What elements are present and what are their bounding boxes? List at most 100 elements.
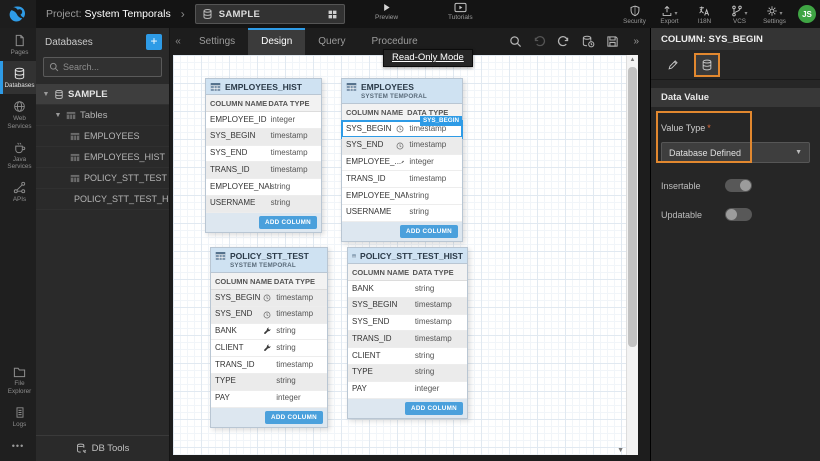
clock-icon [396,125,404,133]
table-row[interactable]: SYS_ENDtimestamp [348,315,467,332]
table-row[interactable]: BANK string [211,324,327,341]
table-row[interactable]: PAYinteger [211,391,327,408]
database-icon [202,8,213,20]
table-row[interactable]: EMPLOYEE_IDinteger [206,112,321,129]
table-row[interactable]: SYS_BEGINtimestamp [348,298,467,315]
table-row[interactable]: BANKstring [348,281,467,298]
sidebar-item-pages[interactable]: Pages [0,28,36,61]
table-row[interactable]: TYPEstring [211,374,327,391]
gear-icon [766,5,778,17]
tab-query[interactable]: Query [305,28,358,55]
security-button[interactable]: Security [618,3,651,25]
project-label: Project: [46,8,82,20]
table-row[interactable]: SYS_END timestamp [342,138,462,155]
search-icon[interactable] [509,35,522,48]
value-type-select[interactable]: Database Defined ▼ [661,142,810,163]
tab-settings[interactable]: Settings [186,28,248,55]
table-row[interactable]: SYS_END timestamp [211,307,327,324]
tree-node-table-policy-stt-test[interactable]: POLICY_STT_TEST [36,168,169,189]
sidebar-item-file-explorer[interactable]: File Explorer [0,360,36,399]
grid-icon [327,9,338,20]
table-row[interactable]: EMPLOYEE_... integer [342,155,462,172]
table-row[interactable]: EMPLOYEE_NAMEstring [206,179,321,196]
left-rail: Pages Databases Web Services Java Servic… [0,28,36,461]
search-input[interactable] [63,62,156,72]
tab-design[interactable]: Design [248,28,305,55]
system-temporal-tag: SYSTEM TEMPORAL [346,92,458,101]
tree-node-table-employees-hist[interactable]: EMPLOYEES_HIST [36,147,169,168]
table-row[interactable]: USERNAMEstring [342,205,462,222]
database-tools-icon [76,443,87,454]
tab-data-properties[interactable] [694,53,720,77]
add-column-button[interactable]: ADD COLUMN [259,216,317,229]
settings-button[interactable]: ▾ Settings [758,3,791,25]
table-row[interactable]: TRANS_IDtimestamp [211,357,327,374]
play-icon [381,2,392,13]
sidebar-item-logs[interactable]: Logs [0,400,36,433]
table-title: POLICY_STT_TEST [230,251,309,261]
preview-button[interactable]: Preview [375,2,398,21]
table-card-employees[interactable]: EMPLOYEES SYSTEM TEMPORAL COLUMN NAME DA… [341,78,463,242]
more-menu-button[interactable]: ••• [0,433,36,461]
scrollbar-thumb[interactable] [628,67,637,347]
section-title: Data Value [651,88,820,107]
tutorials-button[interactable]: Tutorials [448,2,473,21]
table-card-policy-stt-test[interactable]: POLICY_STT_TEST SYSTEM TEMPORAL COLUMN N… [210,247,328,428]
database-selector[interactable]: SAMPLE [195,4,345,24]
sidebar-item-java-services[interactable]: Java Services [0,135,36,175]
table-row[interactable]: PAYinteger [348,382,467,399]
add-column-button[interactable]: ADD COLUMN [405,402,463,415]
export-label: Export [660,18,678,25]
tab-edit-column[interactable] [660,53,686,77]
inspector-title: COLUMN: SYS_BEGIN [651,28,820,50]
app-logo-icon[interactable] [0,0,36,28]
sidebar-item-apis[interactable]: APIs [0,175,36,208]
table-row[interactable]: EMPLOYEE_NAMEstring [342,188,462,205]
scroll-up-icon[interactable]: ▲ [627,55,638,63]
export-button[interactable]: ▾ Export [653,3,686,25]
add-database-button[interactable]: + [146,34,162,50]
sidebar-item-web-services[interactable]: Web Services [0,94,36,134]
table-row[interactable]: CLIENTstring [348,348,467,365]
data-type-header: DATA TYPE [274,277,323,286]
table-row-selected[interactable]: SYS_BEGIN timestamp SYS_BEGIN [342,121,462,138]
insertable-toggle[interactable] [725,179,752,192]
tree-node-tables[interactable]: ▼ Tables [36,105,169,126]
table-row[interactable]: TRANS_IDtimestamp [342,171,462,188]
column-name-header: COLUMN NAME [215,277,274,286]
updatable-toggle[interactable] [725,208,752,221]
i18n-button[interactable]: I18N [688,3,721,25]
tree-node-sample-db[interactable]: ▼ SAMPLE [36,84,169,105]
user-avatar[interactable]: JS [798,5,816,23]
add-column-button[interactable]: ADD COLUMN [265,411,323,424]
sidebar-item-databases[interactable]: Databases [0,61,36,94]
save-icon[interactable] [606,35,619,48]
table-row[interactable]: USERNAMEstring [206,196,321,213]
tree-node-table-policy-stt-test-hist[interactable]: POLICY_STT_TEST_HIST [36,189,169,210]
clock-icon [263,311,271,319]
undo-icon[interactable] [533,35,546,48]
db-tools-button[interactable]: DB Tools [36,435,169,461]
tree-node-table-employees[interactable]: EMPLOYEES [36,126,169,147]
table-row[interactable]: SYS_BEGINtimestamp [206,129,321,146]
table-card-employees-hist[interactable]: EMPLOYEES_HIST COLUMN NAME DATA TYPE EMP… [205,78,322,233]
add-column-button[interactable]: ADD COLUMN [400,225,458,238]
table-card-policy-stt-test-hist[interactable]: POLICY_STT_TEST_HIST COLUMN NAME DATA TY… [347,247,468,419]
redo-icon[interactable] [557,35,570,48]
table-row[interactable]: SYS_BEGIN timestamp [211,290,327,307]
design-canvas[interactable]: EMPLOYEES_HIST COLUMN NAME DATA TYPE EMP… [173,55,638,455]
expand-panel-icon[interactable]: » [630,36,644,47]
inspector-tabs [651,50,820,80]
vertical-scrollbar[interactable]: ▲ [626,55,638,455]
table-row[interactable]: TRANS_IDtimestamp [206,162,321,179]
scroll-down-icon[interactable]: ▼ [617,447,624,454]
table-row[interactable]: TYPEstring [348,365,467,382]
vcs-button[interactable]: ▾ VCS [723,3,756,25]
collapse-panel-icon[interactable]: « [170,28,186,55]
system-temporal-tag: SYSTEM TEMPORAL [215,261,323,270]
table-row[interactable]: SYS_ENDtimestamp [206,146,321,163]
sync-database-icon[interactable] [581,35,595,48]
table-row[interactable]: CLIENT string [211,340,327,357]
table-title: EMPLOYEES_HIST [225,82,302,92]
table-row[interactable]: TRANS_IDtimestamp [348,331,467,348]
